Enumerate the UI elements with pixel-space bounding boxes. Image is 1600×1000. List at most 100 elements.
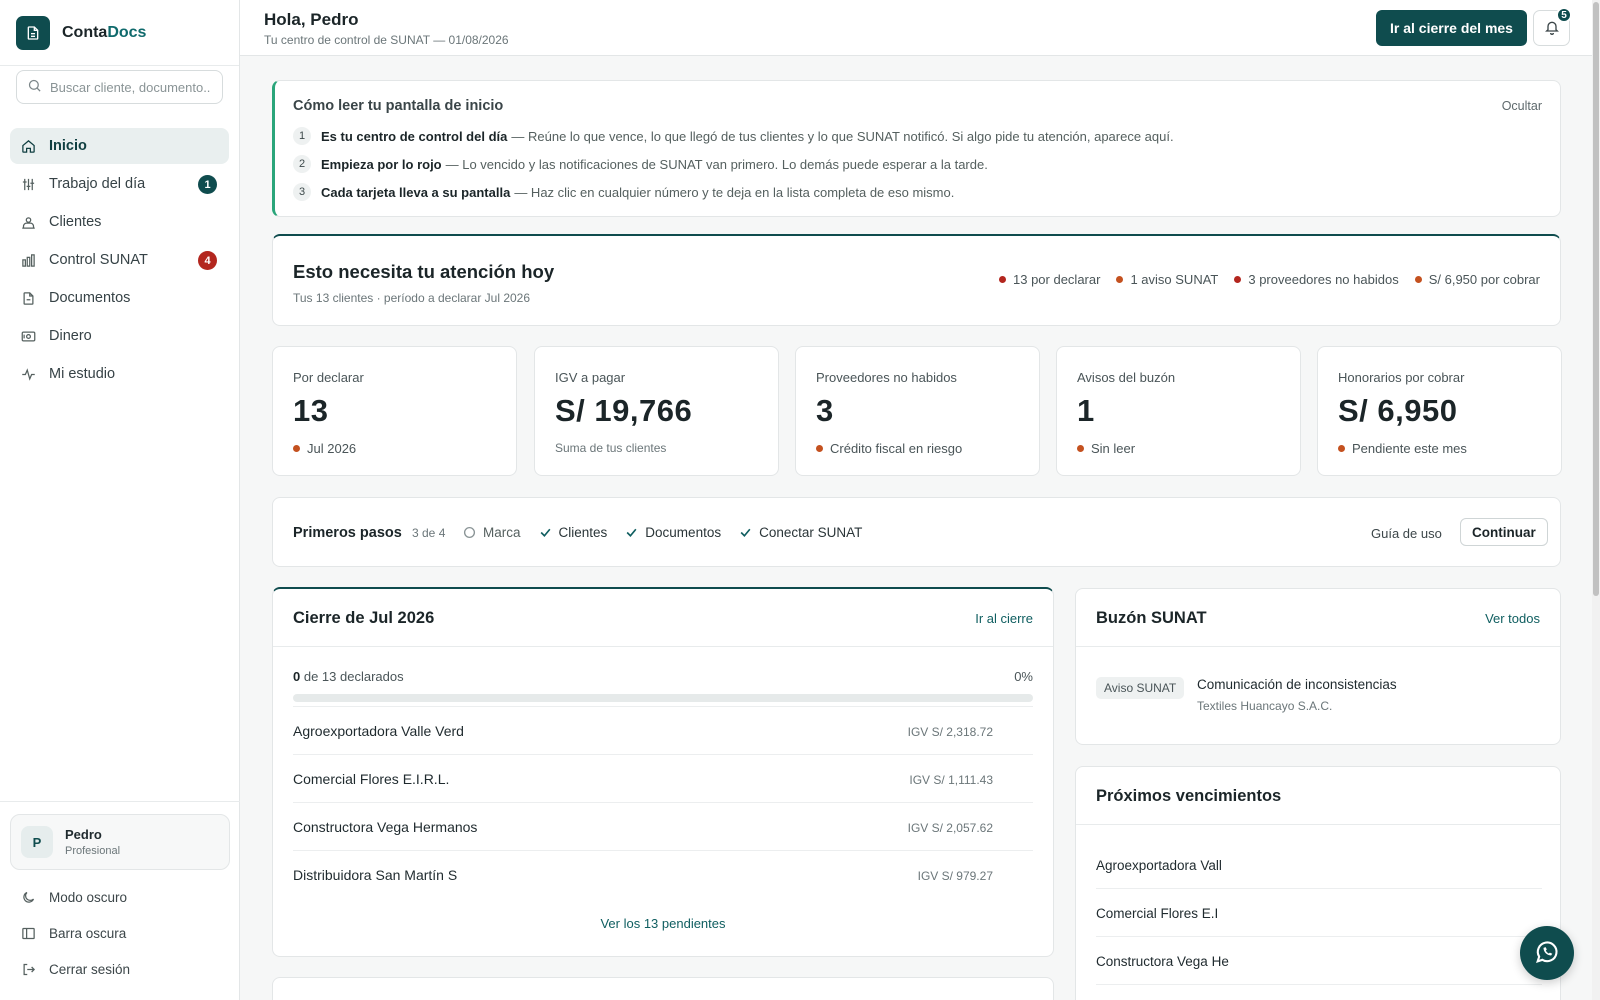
- home-icon: [20, 138, 36, 154]
- step-bold: Cada tarjeta lleva a su pantalla: [321, 184, 511, 200]
- nav-label: Control SUNAT: [49, 252, 148, 268]
- see-all-link[interactable]: Ver todos: [1485, 611, 1540, 626]
- continue-button[interactable]: Continuar: [1460, 518, 1548, 546]
- activity-icon: [20, 366, 36, 382]
- step-text: — Lo vencido y las notificaciones de SUN…: [445, 156, 988, 172]
- pill-fees-to-collect[interactable]: S/ 6,950 por cobrar: [1414, 272, 1540, 287]
- usage-guide-link[interactable]: Guía de uso: [1371, 526, 1442, 541]
- kpi-label: Por declarar: [293, 370, 364, 385]
- table-row[interactable]: Agroexportadora Valle Verd IGV S/ 2,318.…: [293, 706, 1033, 754]
- status-dot: [816, 445, 823, 452]
- kpi-label: IGV a pagar: [555, 370, 626, 385]
- deadline-client: Comercial Flores E.I: [1096, 906, 1219, 921]
- scrollbar-thumb[interactable]: [1593, 2, 1599, 596]
- list-item[interactable]: Agroexportadora Vall: [1096, 841, 1542, 889]
- first-steps-count: 3 de 4: [412, 526, 446, 540]
- status-dot: [1414, 276, 1422, 283]
- upcoming-deadlines-panel: Próximos vencimientos Agroexportadora Va…: [1075, 766, 1561, 1000]
- status-dot: [999, 276, 1006, 283]
- guide-title: Cómo leer tu pantalla de inicio: [293, 98, 504, 114]
- sliders-icon: [20, 176, 36, 192]
- avatar: P: [21, 826, 53, 858]
- step-marca[interactable]: Marca: [463, 525, 521, 540]
- nav-label: Clientes: [49, 214, 102, 230]
- user-name: Pedro: [65, 827, 102, 842]
- pill-label: 3 proveedores no habidos: [1248, 272, 1399, 287]
- nav-item-clientes[interactable]: Clientes: [10, 204, 229, 240]
- nav-item-inicio[interactable]: Inicio: [10, 128, 229, 164]
- kpi-card-igv-a-pagar[interactable]: IGV a pagar S/ 19,766 Suma de tus client…: [534, 346, 779, 476]
- whatsapp-button[interactable]: [1520, 926, 1574, 980]
- pill-suppliers-not-found[interactable]: 3 proveedores no habidos: [1234, 272, 1399, 287]
- pill-label: 1 aviso SUNAT: [1130, 272, 1219, 287]
- bell-icon: [1544, 19, 1560, 38]
- igv-amount: IGV S/ 2,057.62: [907, 821, 993, 835]
- hide-guide-link[interactable]: Ocultar: [1502, 99, 1542, 113]
- step-conectar-sunat[interactable]: Conectar SUNAT: [739, 525, 862, 540]
- nav-label: Inicio: [49, 138, 87, 154]
- see-all-pending-link[interactable]: Ver los 13 pendientes: [273, 916, 1053, 931]
- status-dot: [1116, 276, 1124, 283]
- sidebar: ContaDocs Inicio Trabajo del día 1 Clien…: [0, 0, 240, 1000]
- page-subtitle: Tu centro de control de SUNAT — 01/08/20…: [264, 33, 509, 47]
- step-bold: Es tu centro de control del día: [321, 128, 508, 144]
- users-icon: [20, 214, 36, 230]
- step-documentos[interactable]: Documentos: [625, 525, 721, 540]
- go-to-month-close-button[interactable]: Ir al cierre del mes: [1376, 10, 1527, 46]
- brand[interactable]: ContaDocs: [0, 0, 239, 66]
- step-text: — Haz clic en cualquier número y te deja…: [514, 184, 955, 200]
- step-number: 1: [293, 127, 311, 145]
- table-row[interactable]: Comercial Flores E.I.R.L. IGV S/ 1,111.4…: [293, 754, 1033, 802]
- table-row[interactable]: Distribuidora San Martín S IGV S/ 979.27: [293, 850, 1033, 898]
- list-item[interactable]: Comercial Flores E.I: [1096, 889, 1542, 937]
- nav-item-dinero[interactable]: Dinero: [10, 318, 229, 354]
- dark-mode-toggle[interactable]: Modo oscuro: [10, 880, 230, 914]
- deadline-client: Agroexportadora Vall: [1096, 858, 1222, 873]
- status-dot: [1338, 445, 1345, 452]
- pill-pending-declarations[interactable]: 13 por declarar: [999, 272, 1100, 287]
- nav-item-trabajo-del-dia[interactable]: Trabajo del día 1: [10, 166, 229, 202]
- kpi-card-honorarios-por-cobrar[interactable]: Honorarios por cobrar S/ 6,950 Pendiente…: [1317, 346, 1562, 476]
- user-card[interactable]: P Pedro Profesional: [10, 814, 230, 870]
- table-row[interactable]: Constructora Vega Hermanos IGV S/ 2,057.…: [293, 802, 1033, 850]
- step-text: — Reúne lo que vence, lo que llegó de tu…: [511, 128, 1174, 144]
- go-to-close-link[interactable]: Ir al cierre: [975, 611, 1033, 626]
- guide-step: 2 Empieza por lo rojo — Lo vencido y las…: [293, 155, 988, 173]
- notifications-button[interactable]: 5: [1533, 7, 1572, 46]
- status-dot: [293, 445, 300, 452]
- pill-label: S/ 6,950 por cobrar: [1428, 272, 1540, 287]
- panel-header: Próximos vencimientos: [1076, 767, 1560, 825]
- search-input[interactable]: [50, 79, 210, 95]
- nav-item-documentos[interactable]: Documentos: [10, 280, 229, 316]
- nav-item-mi-estudio[interactable]: Mi estudio: [10, 356, 229, 392]
- nav-item-control-sunat[interactable]: Control SUNAT 4: [10, 242, 229, 278]
- client-name: Constructora Vega Hermanos: [293, 819, 478, 835]
- pill-sunat-notice[interactable]: 1 aviso SUNAT: [1116, 272, 1218, 287]
- step-clientes[interactable]: Clientes: [539, 525, 607, 540]
- kpi-foot: Jul 2026: [293, 441, 356, 456]
- kpi-value: S/ 19,766: [555, 393, 693, 428]
- notification-title[interactable]: Comunicación de inconsistencias: [1197, 677, 1397, 692]
- panel-title: Cierre de Jul 2026: [293, 609, 435, 627]
- page-title: Hola, Pedro: [264, 10, 359, 29]
- list-item[interactable]: Constructora Vega He: [1096, 937, 1542, 985]
- next-panel-partial: [272, 977, 1054, 1000]
- dark-bar-toggle[interactable]: Barra oscura: [10, 916, 230, 950]
- kpi-card-avisos-del-buzon[interactable]: Avisos del buzón 1 Sin leer: [1056, 346, 1301, 476]
- kpi-label: Avisos del buzón: [1077, 370, 1176, 385]
- page-scrollbar[interactable]: [1592, 0, 1600, 1000]
- igv-amount: IGV S/ 979.27: [917, 869, 993, 883]
- kpi-card-por-declarar[interactable]: Por declarar 13 Jul 2026: [272, 346, 517, 476]
- kpi-card-proveedores-no-habidos[interactable]: Proveedores no habidos 3 Crédito fiscal …: [795, 346, 1040, 476]
- kpi-foot: Crédito fiscal en riesgo: [816, 441, 962, 456]
- notice-tag: Aviso SUNAT: [1096, 677, 1185, 699]
- search-icon: [27, 78, 42, 96]
- logout-button[interactable]: Cerrar sesión: [10, 952, 230, 986]
- attention-today-panel: Esto necesita tu atención hoy Tus 13 cli…: [272, 234, 1561, 326]
- check-icon: [625, 526, 638, 539]
- empty-circle-icon: [463, 526, 476, 539]
- dark-mode-label: Modo oscuro: [49, 889, 128, 905]
- search-box[interactable]: [16, 70, 223, 104]
- attention-summary: 13 por declarar 1 aviso SUNAT 3 proveedo…: [999, 272, 1540, 287]
- check-icon: [739, 526, 752, 539]
